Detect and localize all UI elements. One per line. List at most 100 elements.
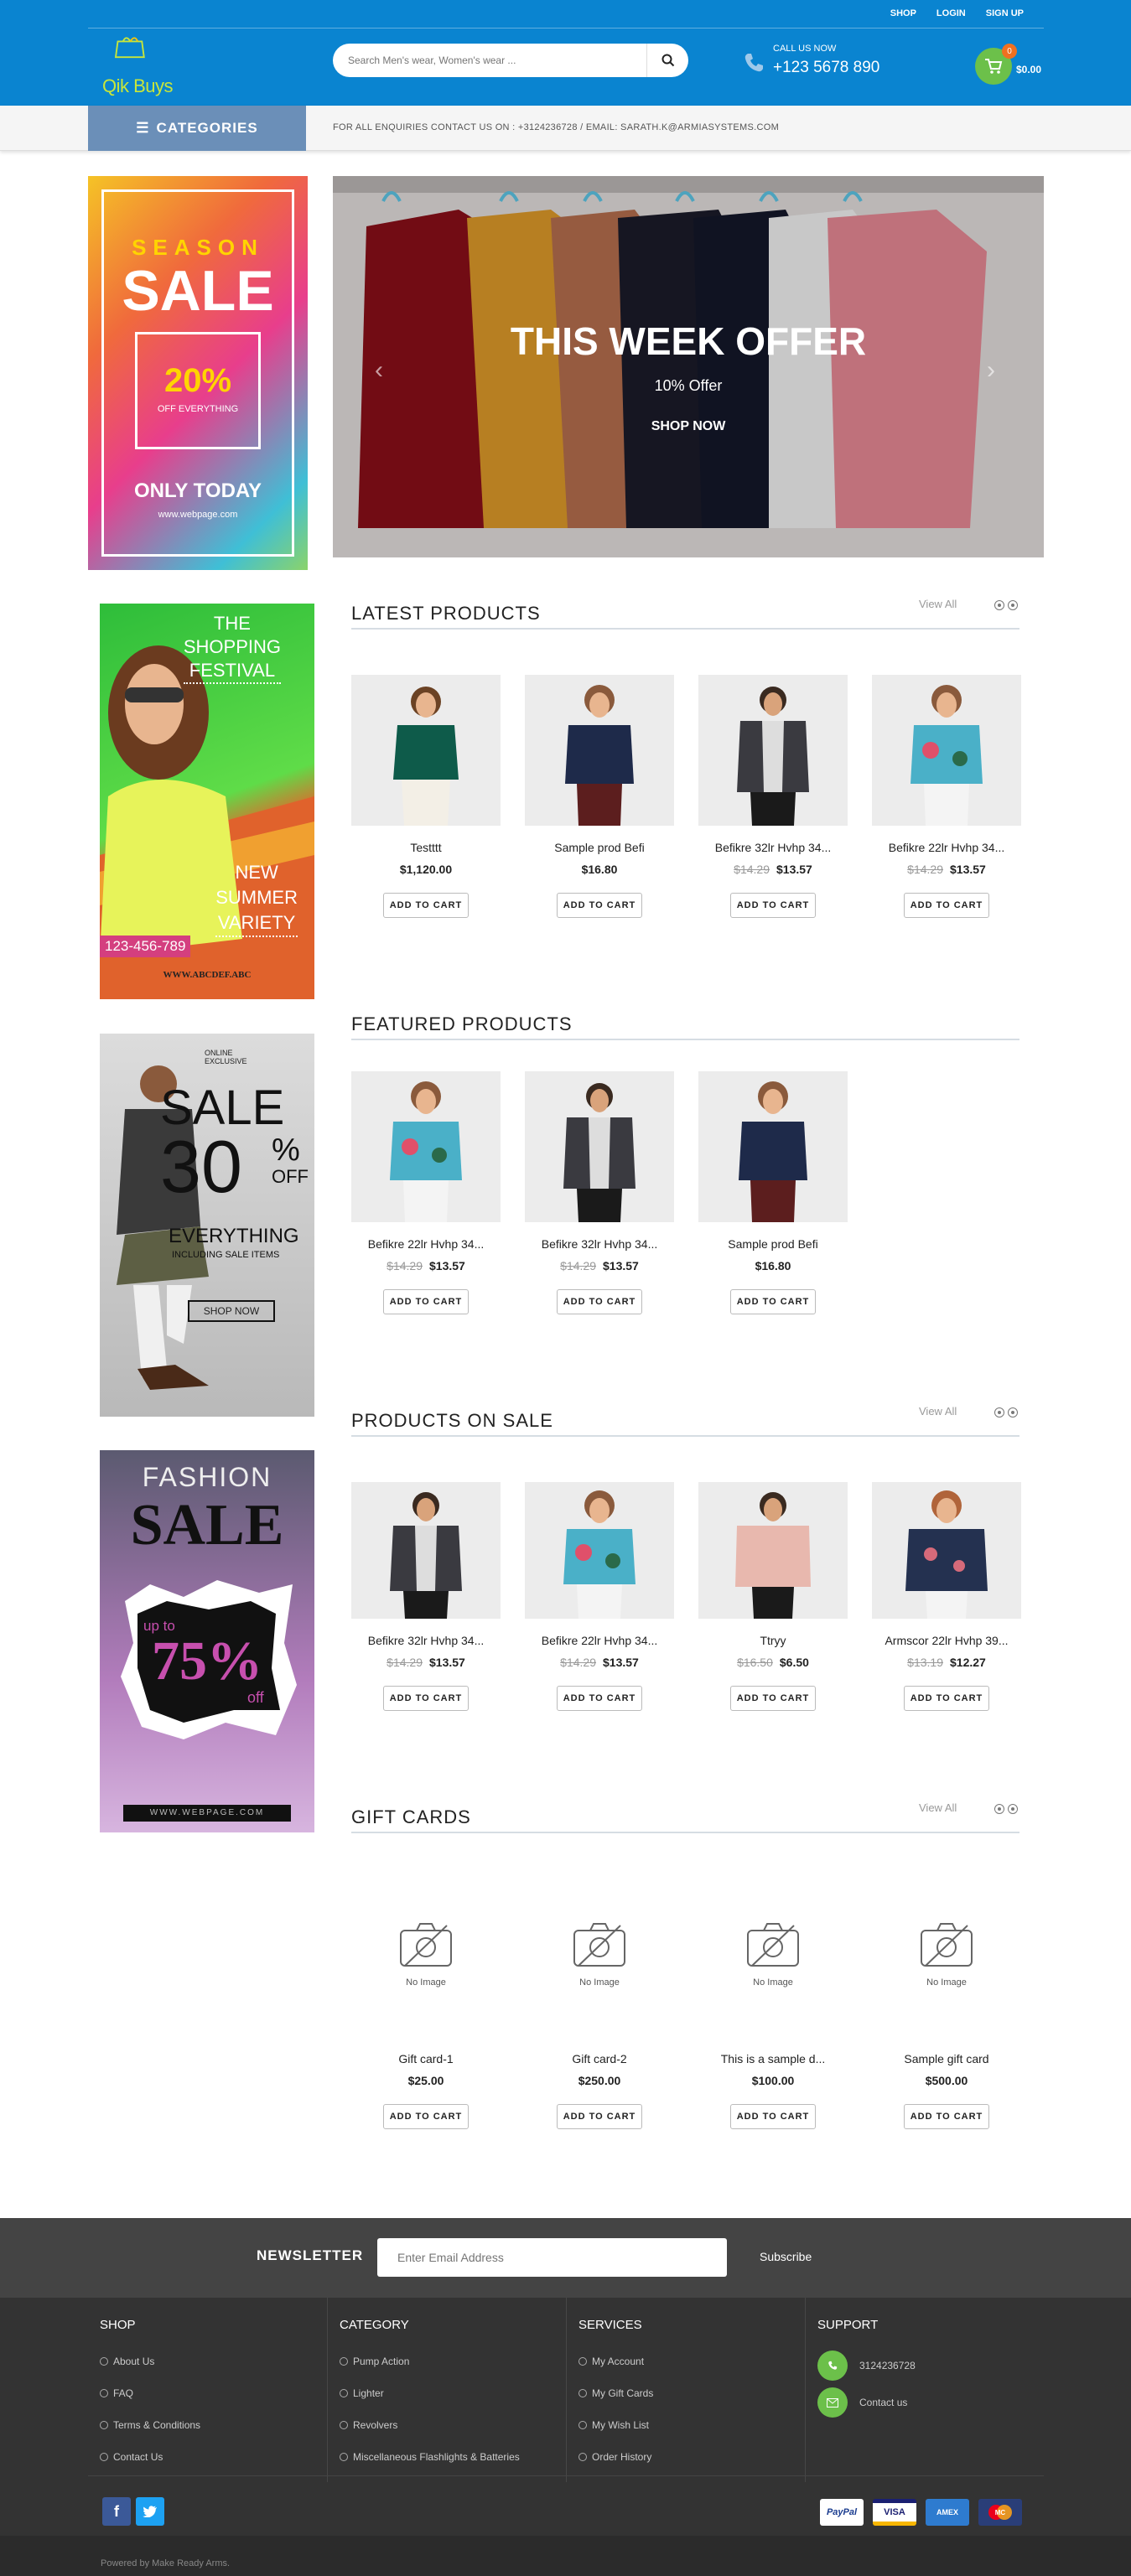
add-to-cart-button[interactable]: ADD TO CART (383, 893, 469, 918)
footer-link-label[interactable]: Lighter (353, 2387, 384, 2399)
prev-dot-icon[interactable] (994, 1407, 1004, 1418)
footer-link[interactable]: My Account (578, 2356, 805, 2367)
product-name[interactable]: Befikre 32lr Hvhp 34... (351, 1634, 501, 1647)
footer-link[interactable]: Contact Us (100, 2451, 327, 2463)
categories-button[interactable]: ☰ CATEGORIES (88, 106, 306, 151)
fashion-sale-banner[interactable]: FASHION SALE up to 75% off WWW.WEBPAGE.C… (100, 1450, 314, 1832)
gift-card-name[interactable]: This is a sample d... (698, 2052, 848, 2065)
product-name[interactable]: Sample prod Befi (525, 841, 674, 854)
product-image[interactable] (872, 1482, 1021, 1619)
footer-link[interactable]: My Wish List (578, 2419, 805, 2431)
product-name[interactable]: Testttt (351, 841, 501, 854)
add-to-cart-button[interactable]: ADD TO CART (383, 1289, 469, 1314)
product-card[interactable]: Befikre 32lr Hvhp 34... $14.29 $13.57 ADD… (698, 675, 848, 918)
footer-link[interactable]: About Us (100, 2356, 327, 2367)
prev-dot-icon[interactable] (994, 600, 1004, 610)
product-image[interactable] (698, 1482, 848, 1619)
product-name[interactable]: Befikre 22lr Hvhp 34... (351, 1237, 501, 1251)
add-to-cart-button[interactable]: ADD TO CART (904, 893, 989, 918)
hero-shop-now-button[interactable]: SHOP NOW (646, 419, 730, 434)
subscribe-button[interactable]: Subscribe (760, 2250, 812, 2263)
facebook-icon[interactable]: f (102, 2497, 131, 2526)
product-image[interactable] (525, 1071, 674, 1222)
product-name[interactable]: Sample prod Befi (698, 1237, 848, 1251)
add-to-cart-button[interactable]: ADD TO CART (904, 1686, 989, 1711)
support-contact[interactable]: Contact us (817, 2387, 1040, 2418)
product-name[interactable]: Befikre 32lr Hvhp 34... (525, 1237, 674, 1251)
product-card[interactable]: Testttt $1,120.00 ADD TO CART (351, 675, 501, 918)
footer-link[interactable]: Revolvers (340, 2419, 566, 2431)
gift-carousel-controls[interactable] (994, 1804, 1018, 1814)
product-card[interactable]: Befikre 22lr Hvhp 34... $14.29 $13.57 ADD… (872, 675, 1021, 918)
product-card[interactable]: Sample prod Befi $16.80 ADD TO CART (525, 675, 674, 918)
gift-card-name[interactable]: Gift card-2 (525, 2052, 674, 2065)
footer-link-label[interactable]: My Account (592, 2356, 644, 2367)
add-to-cart-button[interactable]: ADD TO CART (557, 1289, 642, 1314)
product-card[interactable]: Befikre 22lr Hvhp 34... $14.29 $13.57 ADD… (351, 1071, 501, 1314)
search-button[interactable] (646, 44, 688, 77)
product-image[interactable] (698, 675, 848, 826)
hero-slider[interactable]: THIS WEEK OFFER 10% Offer SHOP NOW ‹ › (333, 176, 1044, 557)
support-phone[interactable]: 3124236728 (817, 2351, 1040, 2381)
product-name[interactable]: Befikre 22lr Hvhp 34... (872, 841, 1021, 854)
twitter-icon[interactable] (136, 2497, 164, 2526)
top-nav-login[interactable]: LOGIN (936, 8, 966, 18)
search-input[interactable] (348, 52, 633, 69)
add-to-cart-button[interactable]: ADD TO CART (557, 2104, 642, 2129)
footer-link-label[interactable]: Terms & Conditions (113, 2419, 200, 2431)
add-to-cart-button[interactable]: ADD TO CART (383, 2104, 469, 2129)
product-image[interactable] (525, 1482, 674, 1619)
product-card[interactable]: Sample prod Befi $16.80 ADD TO CART (698, 1071, 848, 1314)
next-dot-icon[interactable] (1008, 1804, 1018, 1814)
sale-30-banner[interactable]: ONLINE EXCLUSIVE SALE 30 % OFF EVERYTHIN… (100, 1034, 314, 1417)
footer-link[interactable]: My Gift Cards (578, 2387, 805, 2399)
add-to-cart-button[interactable]: ADD TO CART (557, 893, 642, 918)
add-to-cart-button[interactable]: ADD TO CART (730, 2104, 816, 2129)
gift-card[interactable]: No Image This is a sample d... $100.00 A… (698, 1869, 848, 2129)
festival-banner[interactable]: THE SHOPPING FESTIVAL NEW SUMMER VARIETY… (100, 604, 314, 999)
sale-view-all-link[interactable]: View All (919, 1405, 957, 1418)
footer-link-label[interactable]: My Gift Cards (592, 2387, 653, 2399)
footer-link[interactable]: FAQ (100, 2387, 327, 2399)
add-to-cart-button[interactable]: ADD TO CART (557, 1686, 642, 1711)
footer-link[interactable]: Miscellaneous Flashlights & Batteries (340, 2451, 566, 2463)
chevron-right-icon[interactable]: › (987, 356, 995, 385)
footer-link-label[interactable]: Revolvers (353, 2419, 397, 2431)
support-phone-number[interactable]: 3124236728 (859, 2360, 916, 2371)
footer-link-label[interactable]: FAQ (113, 2387, 133, 2399)
no-image-placeholder[interactable]: No Image (351, 1869, 501, 2037)
gift-card-name[interactable]: Sample gift card (872, 2052, 1021, 2065)
product-image[interactable] (872, 675, 1021, 826)
product-name[interactable]: Befikre 32lr Hvhp 34... (698, 841, 848, 854)
footer-link[interactable]: Order History (578, 2451, 805, 2463)
add-to-cart-button[interactable]: ADD TO CART (383, 1686, 469, 1711)
product-image[interactable] (351, 1482, 501, 1619)
product-card[interactable]: Befikre 32lr Hvhp 34... $14.29 $13.57 ADD… (351, 1482, 501, 1711)
chevron-left-icon[interactable]: ‹ (375, 356, 383, 385)
logo-text[interactable]: Qik Buys (102, 75, 174, 97)
product-card[interactable]: Armscor 22lr Hvhp 39... $13.19 $12.27 ADD… (872, 1482, 1021, 1711)
banner-shop-now-button[interactable]: SHOP NOW (188, 1300, 275, 1322)
product-card[interactable]: Befikre 22lr Hvhp 34... $14.29 $13.57 ADD… (525, 1482, 674, 1711)
gift-card[interactable]: No Image Gift card-2 $250.00 ADD TO CART (525, 1869, 674, 2129)
next-dot-icon[interactable] (1008, 600, 1018, 610)
gift-card[interactable]: No Image Sample gift card $500.00 ADD TO… (872, 1869, 1021, 2129)
footer-link[interactable]: Terms & Conditions (100, 2419, 327, 2431)
product-name[interactable]: Befikre 22lr Hvhp 34... (525, 1634, 674, 1647)
gift-view-all-link[interactable]: View All (919, 1801, 957, 1814)
latest-carousel-controls[interactable] (994, 600, 1018, 610)
product-image[interactable] (525, 675, 674, 826)
product-card[interactable]: Befikre 32lr Hvhp 34... $14.29 $13.57 ADD… (525, 1071, 674, 1314)
footer-link-label[interactable]: Order History (592, 2451, 651, 2463)
add-to-cart-button[interactable]: ADD TO CART (730, 1686, 816, 1711)
footer-link[interactable]: Lighter (340, 2387, 566, 2399)
footer-link[interactable]: Pump Action (340, 2356, 566, 2367)
latest-view-all-link[interactable]: View All (919, 598, 957, 610)
no-image-placeholder[interactable]: No Image (698, 1869, 848, 2037)
top-nav-signup[interactable]: SIGN UP (986, 8, 1024, 18)
no-image-placeholder[interactable]: No Image (872, 1869, 1021, 2037)
add-to-cart-button[interactable]: ADD TO CART (730, 1289, 816, 1314)
product-card[interactable]: Ttryy $16.50 $6.50 ADD TO CART (698, 1482, 848, 1711)
no-image-placeholder[interactable]: No Image (525, 1869, 674, 2037)
add-to-cart-button[interactable]: ADD TO CART (904, 2104, 989, 2129)
